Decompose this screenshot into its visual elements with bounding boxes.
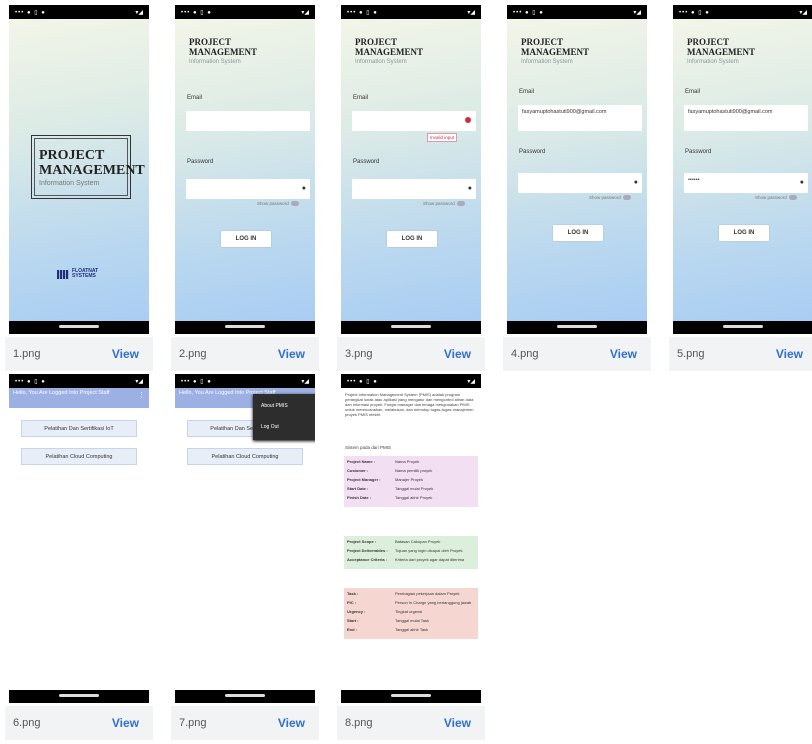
splash-title-line1: PROJECT bbox=[39, 147, 105, 163]
menu-item-about[interactable]: About PMIS bbox=[253, 394, 315, 415]
password-label: Password bbox=[519, 149, 546, 155]
status-icons: ••• ● ▯ ● bbox=[15, 9, 46, 16]
file-name: 1.png bbox=[13, 348, 41, 360]
appbar-title: Hello, You Are Logged Into Project Staff bbox=[13, 390, 110, 396]
screenshot-card-6: ••• ● ▯ ● ▾◢ Hello, You Are Logged Into … bbox=[5, 374, 153, 740]
password-label: Password bbox=[187, 159, 214, 165]
phone-frame: ••• ● ▯ ● ▾◢ PROJECT MANAGEMENT Informat… bbox=[9, 5, 149, 334]
logo-grid-icon bbox=[57, 269, 69, 279]
menu-item-logout[interactable]: Log Out bbox=[253, 415, 315, 436]
card-caption: 1.png View bbox=[5, 337, 153, 371]
login-screen: PROJECT MANAGEMENT Information System Ema… bbox=[507, 19, 647, 321]
more-options-icon[interactable]: ⋮ bbox=[138, 392, 145, 399]
password-field[interactable]: ● bbox=[186, 179, 310, 199]
password-value: •••••• bbox=[688, 177, 700, 183]
show-password-toggle[interactable]: Show password bbox=[423, 201, 465, 206]
view-link[interactable]: View bbox=[278, 716, 305, 730]
screenshot-card-7: ••• ● ▯ ● ▾◢ Hello, You Are Logged Into … bbox=[171, 374, 319, 740]
error-tooltip: Invalid input bbox=[427, 133, 458, 142]
signal-icon: ▾◢ bbox=[135, 9, 143, 16]
eye-icon[interactable]: ● bbox=[800, 179, 804, 186]
email-label: Email bbox=[519, 89, 535, 95]
login-subtitle: Information System bbox=[189, 59, 241, 65]
show-password-toggle[interactable]: Show password bbox=[755, 195, 797, 200]
password-label: Password bbox=[353, 159, 380, 165]
splash-title-box: PROJECT MANAGEMENT Information System bbox=[31, 135, 145, 199]
email-field[interactable]: fasyamuptohastuti900@gmail.com bbox=[518, 105, 642, 131]
splash-screen: PROJECT MANAGEMENT Information System FL… bbox=[9, 19, 149, 321]
login-button[interactable]: LOG IN bbox=[387, 231, 437, 247]
screenshot-card-3: ••• ● ▯ ● ▾◢ PROJECT MANAGEMENT Informati… bbox=[337, 5, 485, 371]
show-password-toggle[interactable]: Show password bbox=[589, 195, 631, 200]
company-logo: FLOATNAT SYSTEMS bbox=[57, 269, 98, 279]
app-bar: Hello, You Are Logged Into Project Staff… bbox=[9, 388, 149, 408]
project-info-panel: Project Name : Nama Proyek Customer : Nama… bbox=[344, 456, 478, 507]
password-field[interactable]: •••••• ● bbox=[684, 173, 808, 193]
overflow-menu: About PMIS Log Out bbox=[253, 394, 315, 440]
view-link[interactable]: View bbox=[278, 347, 305, 361]
email-label: Email bbox=[685, 89, 701, 95]
menu-screen: Hello, You Are Logged Into Project Staff… bbox=[9, 388, 149, 690]
detail-screen: Project Information Management System (P… bbox=[341, 388, 481, 690]
login-screen: PROJECT MANAGEMENT Information System Ema… bbox=[175, 19, 315, 321]
login-button[interactable]: LOG IN bbox=[553, 225, 603, 241]
screenshot-card-8: ••• ● ▯ ● ▾◢ Project Information Managem… bbox=[337, 374, 485, 740]
eye-icon[interactable]: ● bbox=[634, 179, 638, 186]
task-panel: Task : Pembagian pekerjaan dalam Proyek P… bbox=[344, 588, 478, 639]
splash-subtitle: Information System bbox=[39, 179, 100, 187]
scope-panel: Project Scope : Batasan Cakupan Proyek Pr… bbox=[344, 536, 478, 569]
home-indicator[interactable] bbox=[59, 325, 99, 328]
status-bar: ••• ● ▯ ● ▾◢ bbox=[181, 9, 309, 16]
description-paragraph: Project Information Management System (P… bbox=[345, 392, 474, 417]
email-field[interactable] bbox=[186, 111, 310, 131]
screenshot-card-4: ••• ● ▯ ● ▾◢ PROJECT MANAGEMENT Informati… bbox=[503, 5, 651, 371]
view-link[interactable]: View bbox=[112, 347, 139, 361]
view-link[interactable]: View bbox=[112, 716, 139, 730]
menu-screen: Hello, You Are Logged Into Project Staff… bbox=[175, 388, 315, 690]
view-link[interactable]: View bbox=[444, 716, 471, 730]
eye-icon[interactable]: ● bbox=[302, 185, 306, 192]
phone-frame: ••• ● ▯ ● ▾◢ PROJECT MANAGEMENT Informati… bbox=[175, 5, 315, 334]
login-button[interactable]: LOG IN bbox=[719, 225, 769, 241]
nav-bar bbox=[9, 321, 149, 334]
phone-frame: ••• ● ▯ ● ▾◢ PROJECT MANAGEMENT Informati… bbox=[341, 5, 481, 334]
login-button[interactable]: LOG IN bbox=[221, 231, 271, 247]
course-iot-button[interactable]: Pelatihan Dan Sertifikasi IoT bbox=[21, 420, 137, 437]
show-password-toggle[interactable]: Show password bbox=[257, 201, 299, 206]
email-label: Email bbox=[353, 95, 369, 101]
login-screen: PROJECT MANAGEMENT Information System Ema… bbox=[673, 19, 812, 321]
login-screen: PROJECT MANAGEMENT Information System Ema… bbox=[341, 19, 481, 321]
screenshot-card-1: ••• ● ▯ ● ▾◢ PROJECT MANAGEMENT Informat… bbox=[5, 5, 153, 371]
email-field[interactable]: fasyamuptohastuti900@gmail.com bbox=[684, 105, 808, 131]
email-label: Email bbox=[187, 95, 203, 101]
course-cloud-button[interactable]: Pelatihan Cloud Computing bbox=[187, 448, 303, 465]
error-icon bbox=[465, 117, 471, 123]
status-bar: ••• ● ▯ ● ▾◢ bbox=[9, 5, 149, 19]
password-label: Password bbox=[685, 149, 712, 155]
password-field[interactable]: ● bbox=[352, 179, 476, 199]
section-intro: Sistem pada dari PMIS bbox=[345, 445, 392, 450]
splash-title-line2: MANAGEMENT bbox=[39, 162, 145, 178]
login-title: PROJECT MANAGEMENT bbox=[355, 37, 423, 57]
nav-bar bbox=[175, 321, 315, 334]
view-link[interactable]: View bbox=[444, 347, 471, 361]
screenshot-card-5: ••• ● ▯ ● ▾◢ PROJECT MANAGEMENT Informati… bbox=[669, 5, 812, 371]
view-link[interactable]: View bbox=[610, 347, 637, 361]
password-field[interactable]: ● bbox=[518, 173, 642, 193]
view-link[interactable]: View bbox=[776, 347, 803, 361]
login-title: PROJECT MANAGEMENT bbox=[189, 37, 257, 57]
email-field[interactable] bbox=[352, 111, 476, 131]
screenshot-card-2: ••• ● ▯ ● ▾◢ PROJECT MANAGEMENT Informati… bbox=[171, 5, 319, 371]
course-cloud-button[interactable]: Pelatihan Cloud Computing bbox=[21, 448, 137, 465]
eye-icon[interactable]: ● bbox=[468, 185, 472, 192]
card-caption: 2.png View bbox=[171, 337, 319, 371]
